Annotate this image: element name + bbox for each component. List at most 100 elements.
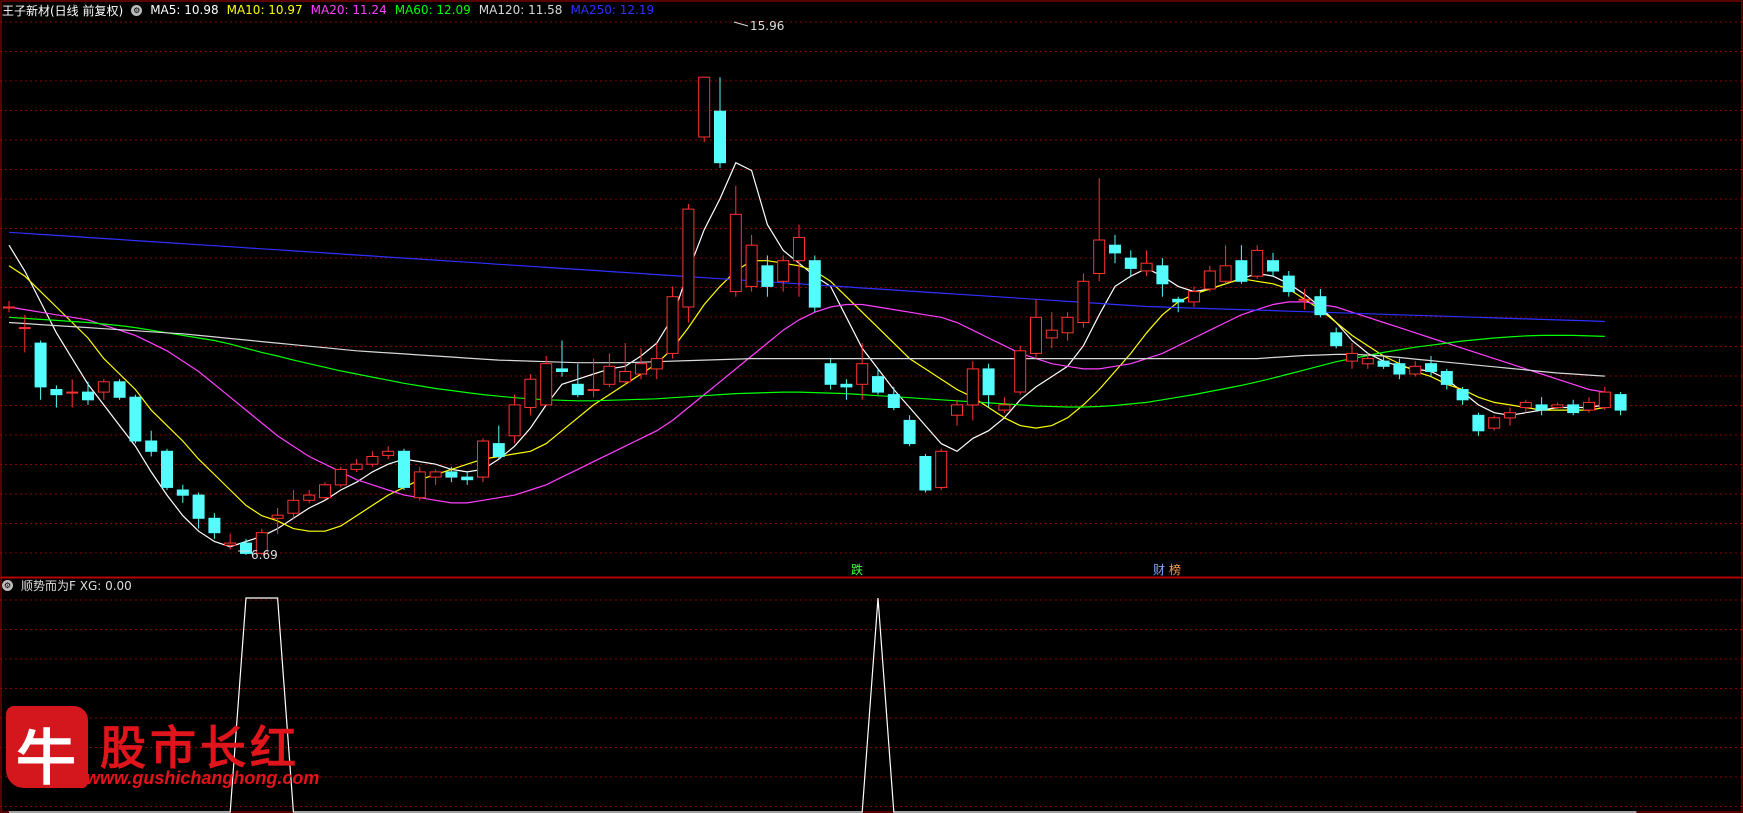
candle xyxy=(461,471,474,485)
candle xyxy=(966,361,979,421)
candle xyxy=(334,466,347,488)
candle-body xyxy=(714,110,726,164)
ma120-label: MA120: 11.58 xyxy=(478,3,563,17)
candle-body xyxy=(587,389,600,391)
candle xyxy=(650,343,663,380)
candle xyxy=(508,394,521,444)
candle-body xyxy=(1535,404,1548,411)
candle-body xyxy=(382,450,395,456)
candle-body xyxy=(856,363,869,385)
candle-body xyxy=(966,368,979,406)
candle-body xyxy=(176,489,189,496)
candle xyxy=(682,204,695,323)
candle-body xyxy=(18,327,31,330)
candle xyxy=(1488,415,1501,431)
candlesticks xyxy=(3,76,1627,555)
event-marker-1: 跌 xyxy=(851,562,863,577)
candle-body xyxy=(445,471,458,478)
candle-body xyxy=(1567,404,1580,414)
ma250-line xyxy=(8,231,1605,323)
candle-body xyxy=(3,306,15,309)
candle-body xyxy=(1045,329,1058,339)
candle-body xyxy=(698,76,711,138)
candle xyxy=(366,451,379,467)
candle xyxy=(872,368,884,395)
candle-body xyxy=(808,260,821,308)
chart-canvas[interactable]: 15.96 6.69 跌 财 榜 xyxy=(0,0,1743,813)
candle xyxy=(1314,289,1327,318)
candle-body xyxy=(1172,298,1185,303)
candle xyxy=(998,397,1011,413)
candle-body xyxy=(619,371,632,383)
candle xyxy=(824,358,837,390)
candle-body xyxy=(129,396,142,442)
candle xyxy=(587,358,600,398)
candle xyxy=(919,453,932,493)
candle-body xyxy=(1519,401,1532,409)
candle-body xyxy=(508,404,521,437)
candle xyxy=(113,379,126,400)
candle-body xyxy=(1251,249,1264,277)
candle-body xyxy=(366,456,379,465)
candle-body xyxy=(413,471,426,499)
candle-body xyxy=(1551,404,1564,408)
candle-body xyxy=(919,456,932,491)
candle xyxy=(1456,386,1469,405)
stock-title: 王子新材(日线 前复权) xyxy=(2,3,124,18)
candle-body xyxy=(1014,350,1027,393)
candle-body xyxy=(951,404,963,416)
candle xyxy=(951,399,963,426)
low-label: 6.69 xyxy=(251,548,278,562)
candle xyxy=(224,533,237,550)
candle-body xyxy=(824,363,837,385)
event-markers[interactable]: 跌 财 榜 xyxy=(851,562,1181,577)
candle xyxy=(1598,386,1611,411)
candle xyxy=(1583,397,1595,413)
candle xyxy=(1409,361,1422,377)
candle xyxy=(129,394,142,444)
candle-body xyxy=(1330,332,1343,347)
candle xyxy=(429,469,442,485)
candle-body xyxy=(1361,358,1374,365)
candle-body xyxy=(635,363,647,375)
settings-icon[interactable]: ⚙ xyxy=(131,4,143,16)
candle-body xyxy=(1614,394,1627,411)
candle-body xyxy=(1219,265,1232,282)
candle-body xyxy=(887,394,900,409)
candle xyxy=(1440,368,1453,390)
candle xyxy=(1156,258,1169,297)
candle-body xyxy=(777,260,790,282)
indicator-settings-icon[interactable]: ⚙ xyxy=(2,579,13,591)
candle-body xyxy=(1077,280,1090,323)
candle-body xyxy=(666,296,679,354)
ma5-label: MA5: 10.98 xyxy=(150,3,219,17)
candle-body xyxy=(1235,260,1248,282)
candle xyxy=(382,446,395,460)
high-label: 15.96 xyxy=(750,19,784,33)
candle-body xyxy=(50,389,63,396)
candle xyxy=(903,415,916,447)
candle xyxy=(540,356,553,406)
watermark-url: www.gushichanghong.com xyxy=(86,768,320,788)
candle xyxy=(1251,245,1264,279)
candle xyxy=(1567,399,1580,416)
indicator-header: ⚙ 顺势而为F XG: 0.00 xyxy=(0,576,132,594)
candle-body xyxy=(1203,270,1216,290)
candle xyxy=(303,490,316,503)
candle-body xyxy=(650,358,663,370)
candle xyxy=(808,255,821,313)
candle-body xyxy=(1598,391,1611,409)
candle-body xyxy=(1314,296,1327,316)
candle-body xyxy=(872,376,884,393)
candle xyxy=(1472,412,1485,436)
ma10-label: MA10: 10.97 xyxy=(226,3,303,17)
candle-body xyxy=(1393,363,1406,375)
candle xyxy=(350,459,363,472)
candle-body xyxy=(1504,412,1516,419)
candle xyxy=(887,386,900,411)
candle xyxy=(777,255,790,292)
candle-body xyxy=(682,208,695,308)
candle-body xyxy=(745,244,758,287)
candle xyxy=(161,448,173,490)
watermark-seal: 牛 xyxy=(6,706,88,794)
